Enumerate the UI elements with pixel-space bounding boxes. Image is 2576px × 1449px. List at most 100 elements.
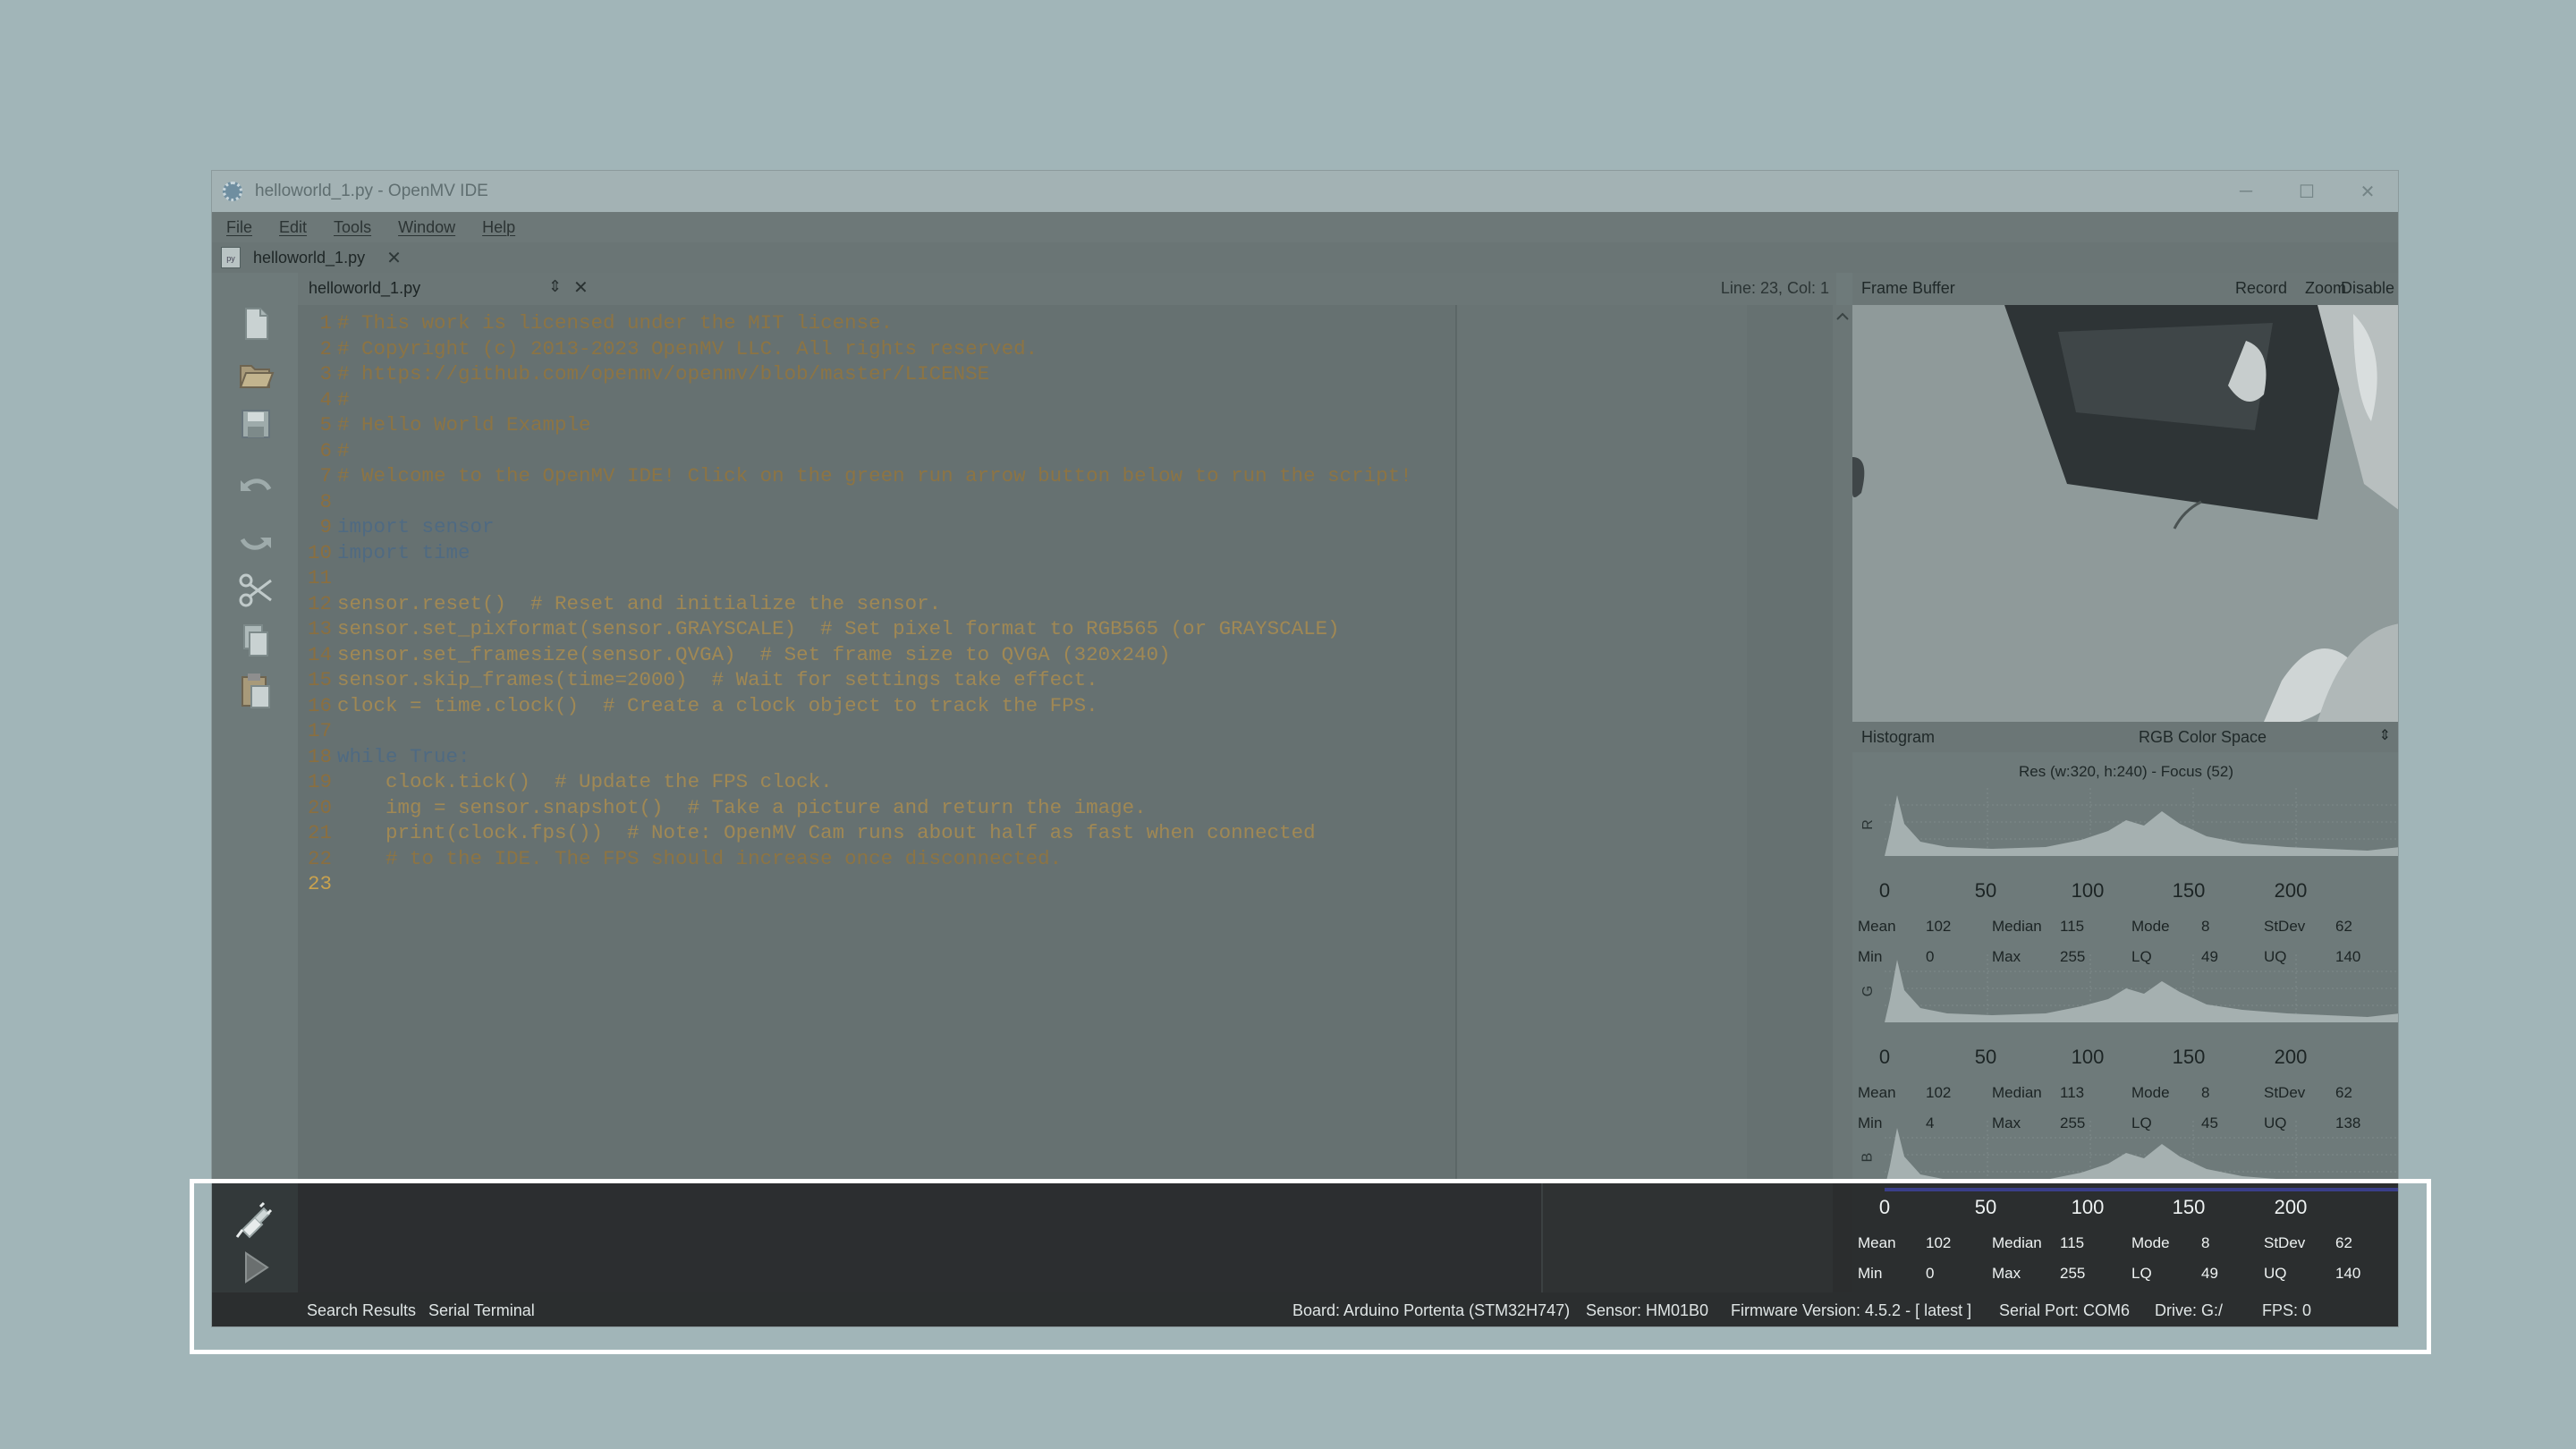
line-number: 15 — [307, 668, 332, 691]
channel-label-b: B — [1860, 1152, 1876, 1163]
maximize-button[interactable]: ☐ — [2276, 171, 2337, 212]
menu-help[interactable]: Help — [482, 218, 515, 237]
code-line[interactable]: 19 clock.tick() # Update the FPS clock. — [298, 769, 833, 794]
color-space-selector[interactable]: RGB Color Space — [2139, 728, 2267, 747]
code-line[interactable]: 21 print(clock.fps()) # Note: OpenMV Cam… — [298, 820, 1316, 845]
line-text: # to the IDE. The FPS should increase on… — [337, 846, 1063, 870]
menu-edit[interactable]: Edit — [279, 218, 307, 237]
histogram-ticks-g: 0 50 100 150 200 — [1878, 1046, 2308, 1068]
line-number: 18 — [307, 744, 332, 768]
line-text: import sensor — [337, 515, 495, 538]
code-line[interactable]: 1 # This work is licensed under the MIT l… — [298, 310, 893, 335]
code-editor-margin — [1455, 305, 1747, 1180]
line-number: 3 — [319, 362, 332, 386]
menu-tools[interactable]: Tools — [334, 218, 371, 237]
code-line[interactable]: 12 sensor.reset() # Reset and initialize … — [298, 591, 941, 616]
line-text: sensor.set_framesize(sensor.QVGA) # Set … — [337, 642, 1171, 666]
code-line[interactable]: 7 # Welcome to the OpenMV IDE! Click on t… — [298, 463, 1412, 488]
color-space-spinner-icon[interactable]: ⇕ — [2379, 726, 2391, 744]
new-file-icon[interactable] — [233, 301, 278, 346]
code-line[interactable]: 3 # https://github.com/openmv/openmv/blob… — [298, 361, 989, 386]
menu-bar: File Edit Tools Window Help — [212, 212, 2398, 242]
line-text: print(clock.fps()) # Note: OpenMV Cam ru… — [337, 821, 1316, 844]
line-number: 16 — [307, 693, 332, 717]
line-number: 14 — [307, 642, 332, 666]
code-line[interactable]: 5 # Hello World Example — [298, 412, 591, 437]
code-line[interactable]: 11 — [298, 565, 337, 590]
line-text: # This work is licensed under the MIT li… — [337, 311, 894, 335]
code-line[interactable]: 2 # Copyright (c) 2013-2023 OpenMV LLC. A… — [298, 336, 1038, 361]
stats-row-r1: Mean 102 Median 115 Mode 8 StDev 62 — [1858, 918, 2352, 935]
frame-buffer-header: Frame Buffer Record Zoom Disable — [1852, 273, 2398, 305]
line-number: 21 — [307, 821, 332, 844]
line-number: 12 — [307, 591, 332, 615]
line-text: sensor.skip_frames(time=2000) # Wait for… — [337, 668, 1098, 691]
editor-header: helloworld_1.py ⇕ ✕ Line: 23, Col: 1 — [298, 273, 1836, 305]
line-number: 6 — [319, 438, 332, 462]
line-text: while True: — [337, 744, 470, 768]
left-toolbar — [212, 273, 298, 1326]
code-line[interactable]: 13 sensor.set_pixformat(sensor.GRAYSCALE)… — [298, 616, 1340, 641]
channel-label-r: R — [1860, 819, 1876, 830]
line-text: # https://github.com/openmv/openmv/blob/… — [337, 362, 990, 386]
file-tab[interactable]: py helloworld_1.py ✕ — [221, 242, 402, 273]
cut-icon[interactable] — [233, 568, 278, 613]
histogram-ticks-r: 0 50 100 150 200 — [1878, 879, 2308, 902]
line-number: 17 — [307, 719, 332, 742]
code-line[interactable]: 22 # to the IDE. The FPS should increase… — [298, 846, 1062, 871]
code-line[interactable]: 4 # — [298, 387, 350, 412]
line-text: # Copyright (c) 2013-2023 OpenMV LLC. Al… — [337, 336, 1038, 360]
line-text: clock.tick() # Update the FPS clock. — [337, 770, 833, 793]
line-text: # — [337, 387, 350, 411]
line-text: sensor.reset() # Reset and initialize th… — [337, 591, 942, 615]
paste-icon[interactable] — [233, 668, 278, 713]
line-text: # Hello World Example — [337, 413, 591, 436]
code-line[interactable]: 17 — [298, 718, 337, 743]
file-tab-close-icon[interactable]: ✕ — [386, 247, 402, 269]
code-line[interactable]: 15 sensor.skip_frames(time=2000) # Wait f… — [298, 667, 1098, 692]
line-number: 9 — [319, 515, 332, 538]
line-number: 1 — [319, 311, 332, 335]
file-tab-bar: py helloworld_1.py ✕ — [212, 242, 2398, 273]
menu-window[interactable]: Window — [398, 218, 455, 237]
line-number: 8 — [319, 489, 332, 513]
file-tab-label: helloworld_1.py — [253, 248, 366, 267]
editor-file-selector[interactable]: helloworld_1.py — [309, 279, 420, 298]
line-text: import time — [337, 540, 470, 564]
openmv-logo-icon — [223, 182, 242, 201]
redo-icon[interactable] — [233, 516, 278, 561]
line-number: 10 — [307, 540, 332, 564]
undo-icon[interactable] — [233, 466, 278, 511]
code-line[interactable]: 16 clock = time.clock() # Create a clock … — [298, 693, 1098, 718]
python-file-icon: py — [221, 247, 241, 268]
copy-icon[interactable] — [233, 618, 278, 663]
frame-buffer-label: Frame Buffer — [1861, 279, 1955, 297]
code-line[interactable]: 20 img = sensor.snapshot() # Take a pict… — [298, 795, 1147, 820]
code-line[interactable]: 18 while True: — [298, 744, 470, 769]
histogram-plot-r — [1885, 788, 2398, 856]
line-number: 20 — [307, 795, 332, 819]
title-bar: helloworld_1.py - OpenMV IDE ─ ☐ ✕ — [212, 171, 2398, 212]
line-number: 13 — [307, 617, 332, 640]
line-text: # Welcome to the OpenMV IDE! Click on th… — [337, 464, 1412, 487]
highlight-frame — [190, 1179, 2431, 1354]
line-text: sensor.set_pixformat(sensor.GRAYSCALE) #… — [337, 617, 1340, 640]
code-line[interactable]: 14 sensor.set_framesize(sensor.QVGA) # Se… — [298, 642, 1171, 667]
minimize-button[interactable]: ─ — [2216, 171, 2276, 212]
close-document-icon[interactable]: ✕ — [573, 276, 589, 299]
close-button[interactable]: ✕ — [2337, 171, 2398, 212]
code-line[interactable]: 23 — [298, 871, 337, 896]
disable-button[interactable]: Disable — [2341, 279, 2394, 298]
file-selector-arrows-icon[interactable]: ⇕ — [548, 277, 562, 296]
code-line[interactable]: 6 # — [298, 438, 349, 463]
line-number: 22 — [307, 846, 332, 870]
record-button[interactable]: Record — [2235, 279, 2287, 298]
menu-file[interactable]: File — [226, 218, 252, 237]
save-icon[interactable] — [233, 402, 278, 446]
vertical-scrollbar[interactable] — [1833, 305, 1852, 1292]
open-folder-icon[interactable] — [233, 352, 278, 396]
frame-buffer-image — [1852, 305, 2398, 722]
code-line[interactable]: 10 import time — [298, 540, 470, 565]
code-line[interactable]: 8 — [298, 489, 337, 514]
code-line[interactable]: 9 import sensor — [298, 514, 495, 539]
